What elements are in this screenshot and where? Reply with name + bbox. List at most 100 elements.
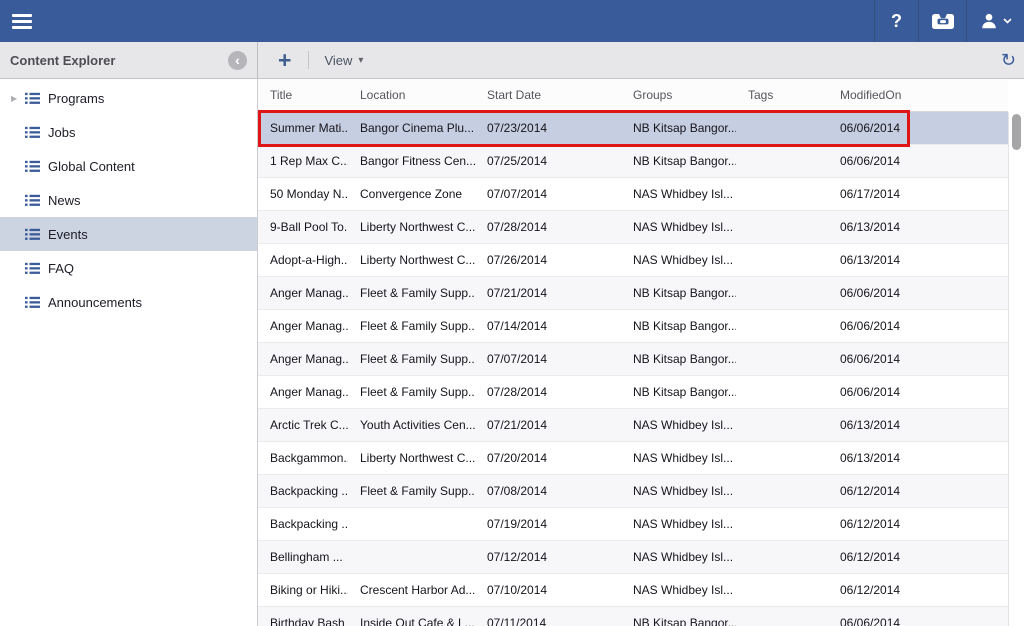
cell-location: Fleet & Family Supp... (348, 475, 475, 507)
cell-tags (736, 508, 828, 540)
menu-button[interactable] (0, 0, 48, 42)
cell-tags (736, 607, 828, 626)
cell-groups: NAS Whidbey Isl... (621, 541, 736, 573)
table-row[interactable]: Anger Manag...Fleet & Family Supp...07/0… (258, 343, 1008, 376)
sidebar-item-label: Jobs (48, 125, 75, 140)
help-button[interactable]: ? (874, 0, 918, 42)
sidebar-item-global-content[interactable]: Global Content (0, 149, 257, 183)
cell-groups: NB Kitsap Bangor... (621, 310, 736, 342)
sidebar-item-jobs[interactable]: Jobs (0, 115, 257, 149)
app-window: ? (0, 0, 1024, 626)
table-row[interactable]: Anger Manag...Fleet & Family Supp...07/1… (258, 310, 1008, 343)
content-tree-sidebar: ▶Programs Jobs Global ContentNewsEvents FAQ… (0, 79, 258, 626)
cell-modifiedon: 06/12/2014 (828, 574, 1008, 606)
cell-location: Fleet & Family Supp... (348, 310, 475, 342)
table-row[interactable]: Backpacking ...07/19/2014NAS Whidbey Isl… (258, 508, 1008, 541)
vertical-scrollbar[interactable] (1008, 112, 1024, 626)
events-list-panel: TitleLocationStart DateGroupsTagsModifie… (258, 79, 1024, 626)
table-row[interactable]: 9-Ball Pool To...Liberty Northwest C...0… (258, 211, 1008, 244)
cell-location: Fleet & Family Supp... (348, 277, 475, 309)
cell-start-date: 07/25/2014 (475, 145, 621, 177)
sidebar-item-announcements[interactable]: Announcements (0, 285, 257, 319)
table-row[interactable]: Backpacking ...Fleet & Family Supp...07/… (258, 475, 1008, 508)
list-icon (25, 296, 40, 309)
cell-modifiedon: 06/06/2014 (828, 112, 1008, 144)
column-header-start-date[interactable]: Start Date (475, 79, 621, 111)
cell-groups: NAS Whidbey Isl... (621, 211, 736, 243)
table-row[interactable]: Backgammon...Liberty Northwest C...07/20… (258, 442, 1008, 475)
refresh-button[interactable]: ↻ (1001, 42, 1016, 78)
inbox-button[interactable] (918, 0, 966, 42)
column-header-title[interactable]: Title (258, 79, 348, 111)
cell-location: Crescent Harbor Ad... (348, 574, 475, 606)
content-area: ▶Programs Jobs Global ContentNewsEvents FAQ… (0, 79, 1024, 626)
column-header-tags[interactable]: Tags (736, 79, 828, 111)
list-icon (25, 126, 40, 139)
expand-arrow-icon[interactable]: ▶ (8, 94, 25, 103)
cell-title: Adopt-a-High... (258, 244, 348, 276)
cell-tags (736, 277, 828, 309)
cell-tags (736, 409, 828, 441)
cell-location: Liberty Northwest C... (348, 244, 475, 276)
cell-start-date: 07/21/2014 (475, 277, 621, 309)
table-row[interactable]: Anger Manag...Fleet & Family Supp...07/2… (258, 376, 1008, 409)
cell-tags (736, 112, 828, 144)
cell-groups: NB Kitsap Bangor... (621, 376, 736, 408)
panel-header: Content Explorer ‹ (0, 42, 258, 78)
cell-tags (736, 178, 828, 210)
add-button[interactable]: + (276, 50, 293, 70)
cell-start-date: 07/08/2014 (475, 475, 621, 507)
cell-tags (736, 211, 828, 243)
collapse-panel-button[interactable]: ‹ (228, 51, 247, 70)
chevron-left-icon: ‹ (235, 52, 240, 68)
table-row[interactable]: Arctic Trek C...Youth Activities Cen...0… (258, 409, 1008, 442)
top-navigation-bar: ? (0, 0, 1024, 42)
cell-location (348, 541, 475, 573)
page-title: Content Explorer (10, 53, 228, 68)
user-menu-button[interactable] (966, 0, 1024, 42)
hamburger-icon (12, 14, 32, 17)
cell-start-date: 07/28/2014 (475, 211, 621, 243)
sidebar-item-programs[interactable]: ▶Programs (0, 81, 257, 115)
list-icon (25, 160, 40, 173)
column-header-location[interactable]: Location (348, 79, 475, 111)
cell-title: Anger Manag... (258, 343, 348, 375)
cell-tags (736, 574, 828, 606)
cell-title: Backpacking ... (258, 508, 348, 540)
cell-start-date: 07/07/2014 (475, 178, 621, 210)
cell-location: Fleet & Family Supp... (348, 376, 475, 408)
cell-modifiedon: 06/06/2014 (828, 376, 1008, 408)
cell-start-date: 07/21/2014 (475, 409, 621, 441)
cell-modifiedon: 06/12/2014 (828, 508, 1008, 540)
cell-start-date: 07/10/2014 (475, 574, 621, 606)
list-icon (25, 92, 40, 105)
cell-modifiedon: 06/06/2014 (828, 310, 1008, 342)
list-icon (25, 228, 40, 241)
cell-location (348, 508, 475, 540)
table-row[interactable]: 50 Monday N...Convergence Zone07/07/2014… (258, 178, 1008, 211)
cell-tags (736, 475, 828, 507)
cell-groups: NAS Whidbey Isl... (621, 442, 736, 474)
sidebar-item-label: Announcements (48, 295, 142, 310)
table-row[interactable]: Adopt-a-High...Liberty Northwest C...07/… (258, 244, 1008, 277)
table-row[interactable]: Birthday BashInside Out Cafe & L...07/11… (258, 607, 1008, 626)
sidebar-item-events[interactable]: Events (0, 217, 257, 251)
cell-title: Biking or Hiki... (258, 574, 348, 606)
table-row[interactable]: Bellingham ...07/12/2014NAS Whidbey Isl.… (258, 541, 1008, 574)
scrollbar-thumb[interactable] (1012, 114, 1021, 150)
cell-modifiedon: 06/17/2014 (828, 178, 1008, 210)
column-header-groups[interactable]: Groups (621, 79, 736, 111)
cell-modifiedon: 06/13/2014 (828, 442, 1008, 474)
sidebar-item-label: FAQ (48, 261, 74, 276)
view-dropdown[interactable]: View ▾ (324, 53, 363, 68)
column-header-modifiedon[interactable]: ModifiedOn (828, 79, 1008, 111)
table-row[interactable]: Biking or Hiki...Crescent Harbor Ad...07… (258, 574, 1008, 607)
sidebar-item-news[interactable]: News (0, 183, 257, 217)
table-row[interactable]: 1 Rep Max C...Bangor Fitness Cen...07/25… (258, 145, 1008, 178)
cell-modifiedon: 06/06/2014 (828, 607, 1008, 626)
cell-location: Inside Out Cafe & L... (348, 607, 475, 626)
table-row-selected[interactable]: Summer Mati...Bangor Cinema Plu...07/23/… (258, 112, 1008, 145)
cell-modifiedon: 06/13/2014 (828, 211, 1008, 243)
sidebar-item-faq[interactable]: FAQ (0, 251, 257, 285)
table-row[interactable]: Anger Manag...Fleet & Family Supp...07/2… (258, 277, 1008, 310)
